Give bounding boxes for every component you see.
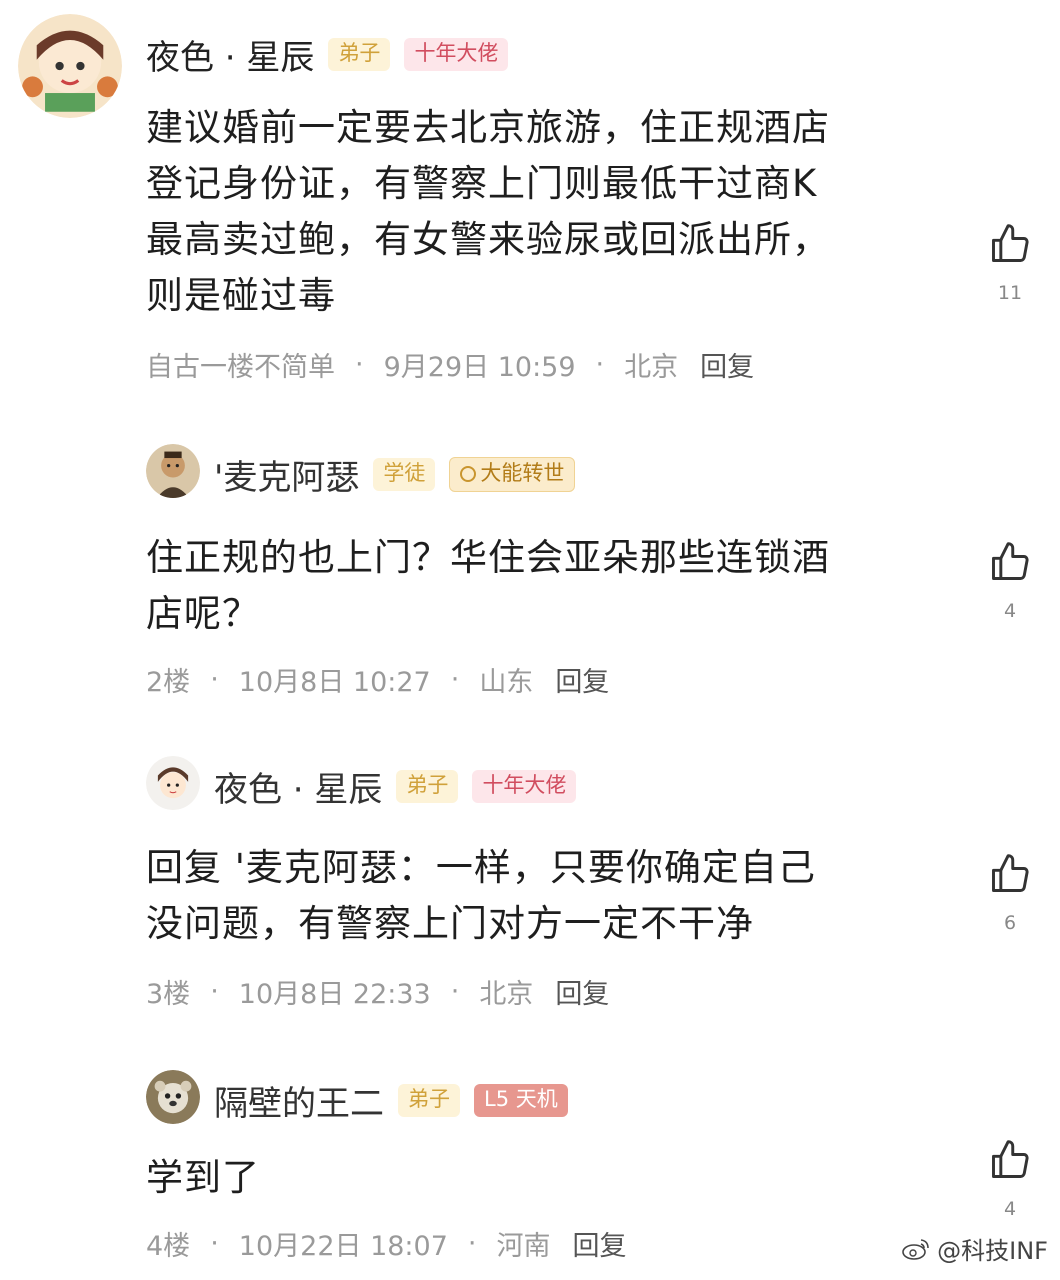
username[interactable]: 夜色 · 星辰 — [146, 30, 314, 79]
separator-dot: · — [467, 1228, 477, 1259]
thumbs-up-icon — [992, 1140, 1029, 1178]
comment-meta: 2楼 · 10月8日 10:27 · 山东 回复 — [146, 660, 609, 699]
timestamp: 9月29日 10:59 — [383, 352, 576, 383]
avatar[interactable] — [146, 444, 200, 498]
floor-label: 自古一楼不简单 — [146, 352, 335, 383]
comment-text: 回复 '麦克阿瑟：一样，只要你确定自己 没问题，有警察上门对方一定不干净 — [146, 846, 816, 945]
avatar[interactable] — [146, 756, 200, 810]
floor-label: 4楼 — [146, 1231, 191, 1262]
like-button[interactable]: 4 — [982, 1138, 1038, 1220]
thumbs-up-icon — [992, 224, 1029, 262]
timestamp: 10月8日 22:33 — [238, 979, 431, 1010]
comment-text: 建议婚前一定要去北京旅游，住正规酒店 登记身份证，有警察上门则最低干过商K 最高… — [146, 106, 830, 317]
comment-meta: 4楼 · 10月22日 18:07 · 河南 回复 — [146, 1224, 626, 1263]
separator-dot: · — [450, 976, 460, 1007]
floor-label: 3楼 — [146, 979, 191, 1010]
comment-text: 学到了 — [146, 1156, 260, 1199]
username[interactable]: 夜色 · 星辰 — [214, 762, 382, 811]
comment-meta: 3楼 · 10月8日 22:33 · 北京 回复 — [146, 972, 609, 1011]
badge-level: 十年大佬 — [472, 770, 577, 803]
badge-level: 十年大佬 — [404, 38, 509, 71]
separator-dot: · — [355, 349, 364, 380]
comment-text: 住正规的也上门？华住会亚朵那些连锁酒 店呢？ — [146, 536, 830, 635]
separator-dot: · — [210, 664, 219, 695]
reply-button[interactable]: 回复 — [555, 660, 609, 699]
avatar[interactable] — [146, 1070, 200, 1124]
reply-button[interactable]: 回复 — [572, 1224, 626, 1263]
reply-button[interactable]: 回复 — [700, 345, 754, 384]
comment-header: 夜色 · 星辰 弟子 十年大佬 — [146, 30, 509, 79]
like-count: 4 — [1003, 1198, 1017, 1220]
comment-header: '麦克阿瑟 学徒 大能转世 — [214, 450, 576, 499]
weibo-icon — [902, 1238, 929, 1260]
badge-disciple: 弟子 — [396, 770, 459, 803]
comment-meta: 自古一楼不简单 · 9月29日 10:59 · 北京 回复 — [146, 345, 754, 384]
like-count: 11 — [997, 282, 1023, 304]
ring-icon — [460, 466, 477, 482]
comment-header: 夜色 · 星辰 弟子 十年大佬 — [214, 762, 577, 811]
like-button[interactable]: 6 — [982, 852, 1038, 934]
separator-dot: · — [210, 1228, 219, 1259]
username[interactable]: '麦克阿瑟 — [214, 450, 359, 499]
location: 北京 — [624, 352, 679, 383]
timestamp: 10月22日 18:07 — [238, 1231, 448, 1262]
like-count: 6 — [1003, 912, 1017, 934]
thumbs-up-icon — [992, 854, 1029, 892]
badge-level: L5 天机 — [474, 1084, 568, 1117]
like-button[interactable]: 11 — [982, 222, 1038, 304]
badge-disciple: 弟子 — [398, 1084, 460, 1117]
username[interactable]: 隔壁的王二 — [214, 1076, 384, 1125]
badge-apprentice: 学徒 — [373, 458, 436, 491]
reply-button[interactable]: 回复 — [555, 972, 609, 1011]
separator-dot: · — [450, 664, 460, 695]
location: 山东 — [479, 667, 534, 698]
thumbs-up-icon — [992, 542, 1029, 580]
separator-dot: · — [210, 976, 219, 1007]
location: 河南 — [496, 1231, 551, 1262]
like-count: 4 — [1003, 600, 1017, 622]
badge-level: 大能转世 — [449, 457, 576, 492]
watermark-text: @科技INF — [937, 1237, 1048, 1265]
badge-level-label: 大能转世 — [480, 461, 565, 486]
floor-label: 2楼 — [146, 667, 191, 698]
timestamp: 10月8日 10:27 — [238, 667, 431, 698]
location: 北京 — [479, 979, 534, 1010]
separator-dot: · — [595, 349, 605, 380]
comment-header: 隔壁的王二 弟子 L5 天机 — [214, 1076, 568, 1125]
watermark: @科技INF — [901, 1231, 1048, 1266]
like-button[interactable]: 4 — [982, 540, 1038, 622]
badge-disciple: 弟子 — [328, 38, 391, 71]
avatar[interactable] — [18, 14, 122, 118]
